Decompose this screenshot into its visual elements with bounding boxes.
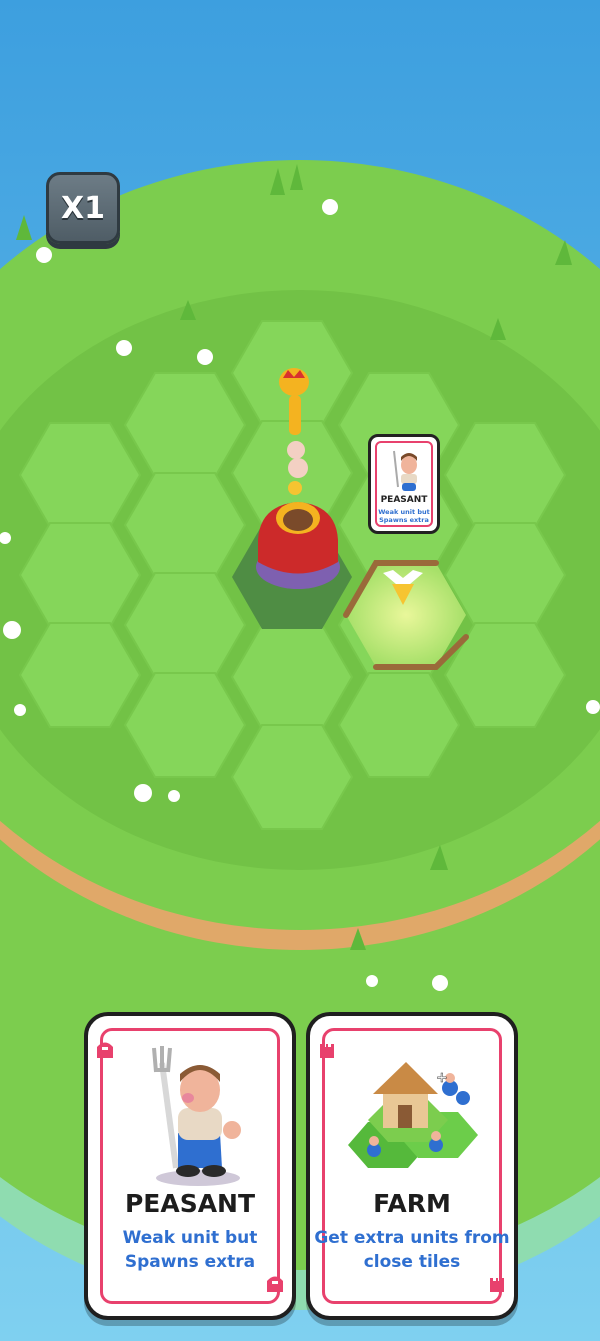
card-title: PEASANT — [124, 1189, 256, 1218]
peasant-icon — [152, 1046, 241, 1186]
card-peasant[interactable]: PEASANT Weak unit but Spawns extra — [84, 1012, 296, 1320]
castle-icon[interactable] — [256, 502, 340, 589]
game-speed-button[interactable]: X1 — [46, 172, 120, 244]
card-description: Get extra units from close tiles — [314, 1228, 510, 1272]
card-farm[interactable]: + FARM Get extra units from close tiles — [306, 1012, 518, 1320]
castle-tower-icon — [320, 1044, 334, 1058]
placed-card-title: PEASANT — [380, 495, 428, 505]
placed-card-description: Weak unit but Spawns extra — [378, 508, 430, 524]
card-title: FARM — [373, 1189, 451, 1218]
farm-icon: + — [348, 1062, 478, 1168]
knight-helmet-icon — [97, 1042, 113, 1058]
peasant-icon — [393, 450, 417, 491]
castle-tower-icon — [490, 1278, 504, 1292]
knight-helmet-icon — [267, 1276, 283, 1292]
placed-card-preview[interactable]: PEASANT Weak unit but Spawns extra — [368, 434, 440, 534]
svg-text:+: + — [436, 1070, 448, 1086]
card-description: Weak unit but Spawns extra — [122, 1228, 258, 1272]
